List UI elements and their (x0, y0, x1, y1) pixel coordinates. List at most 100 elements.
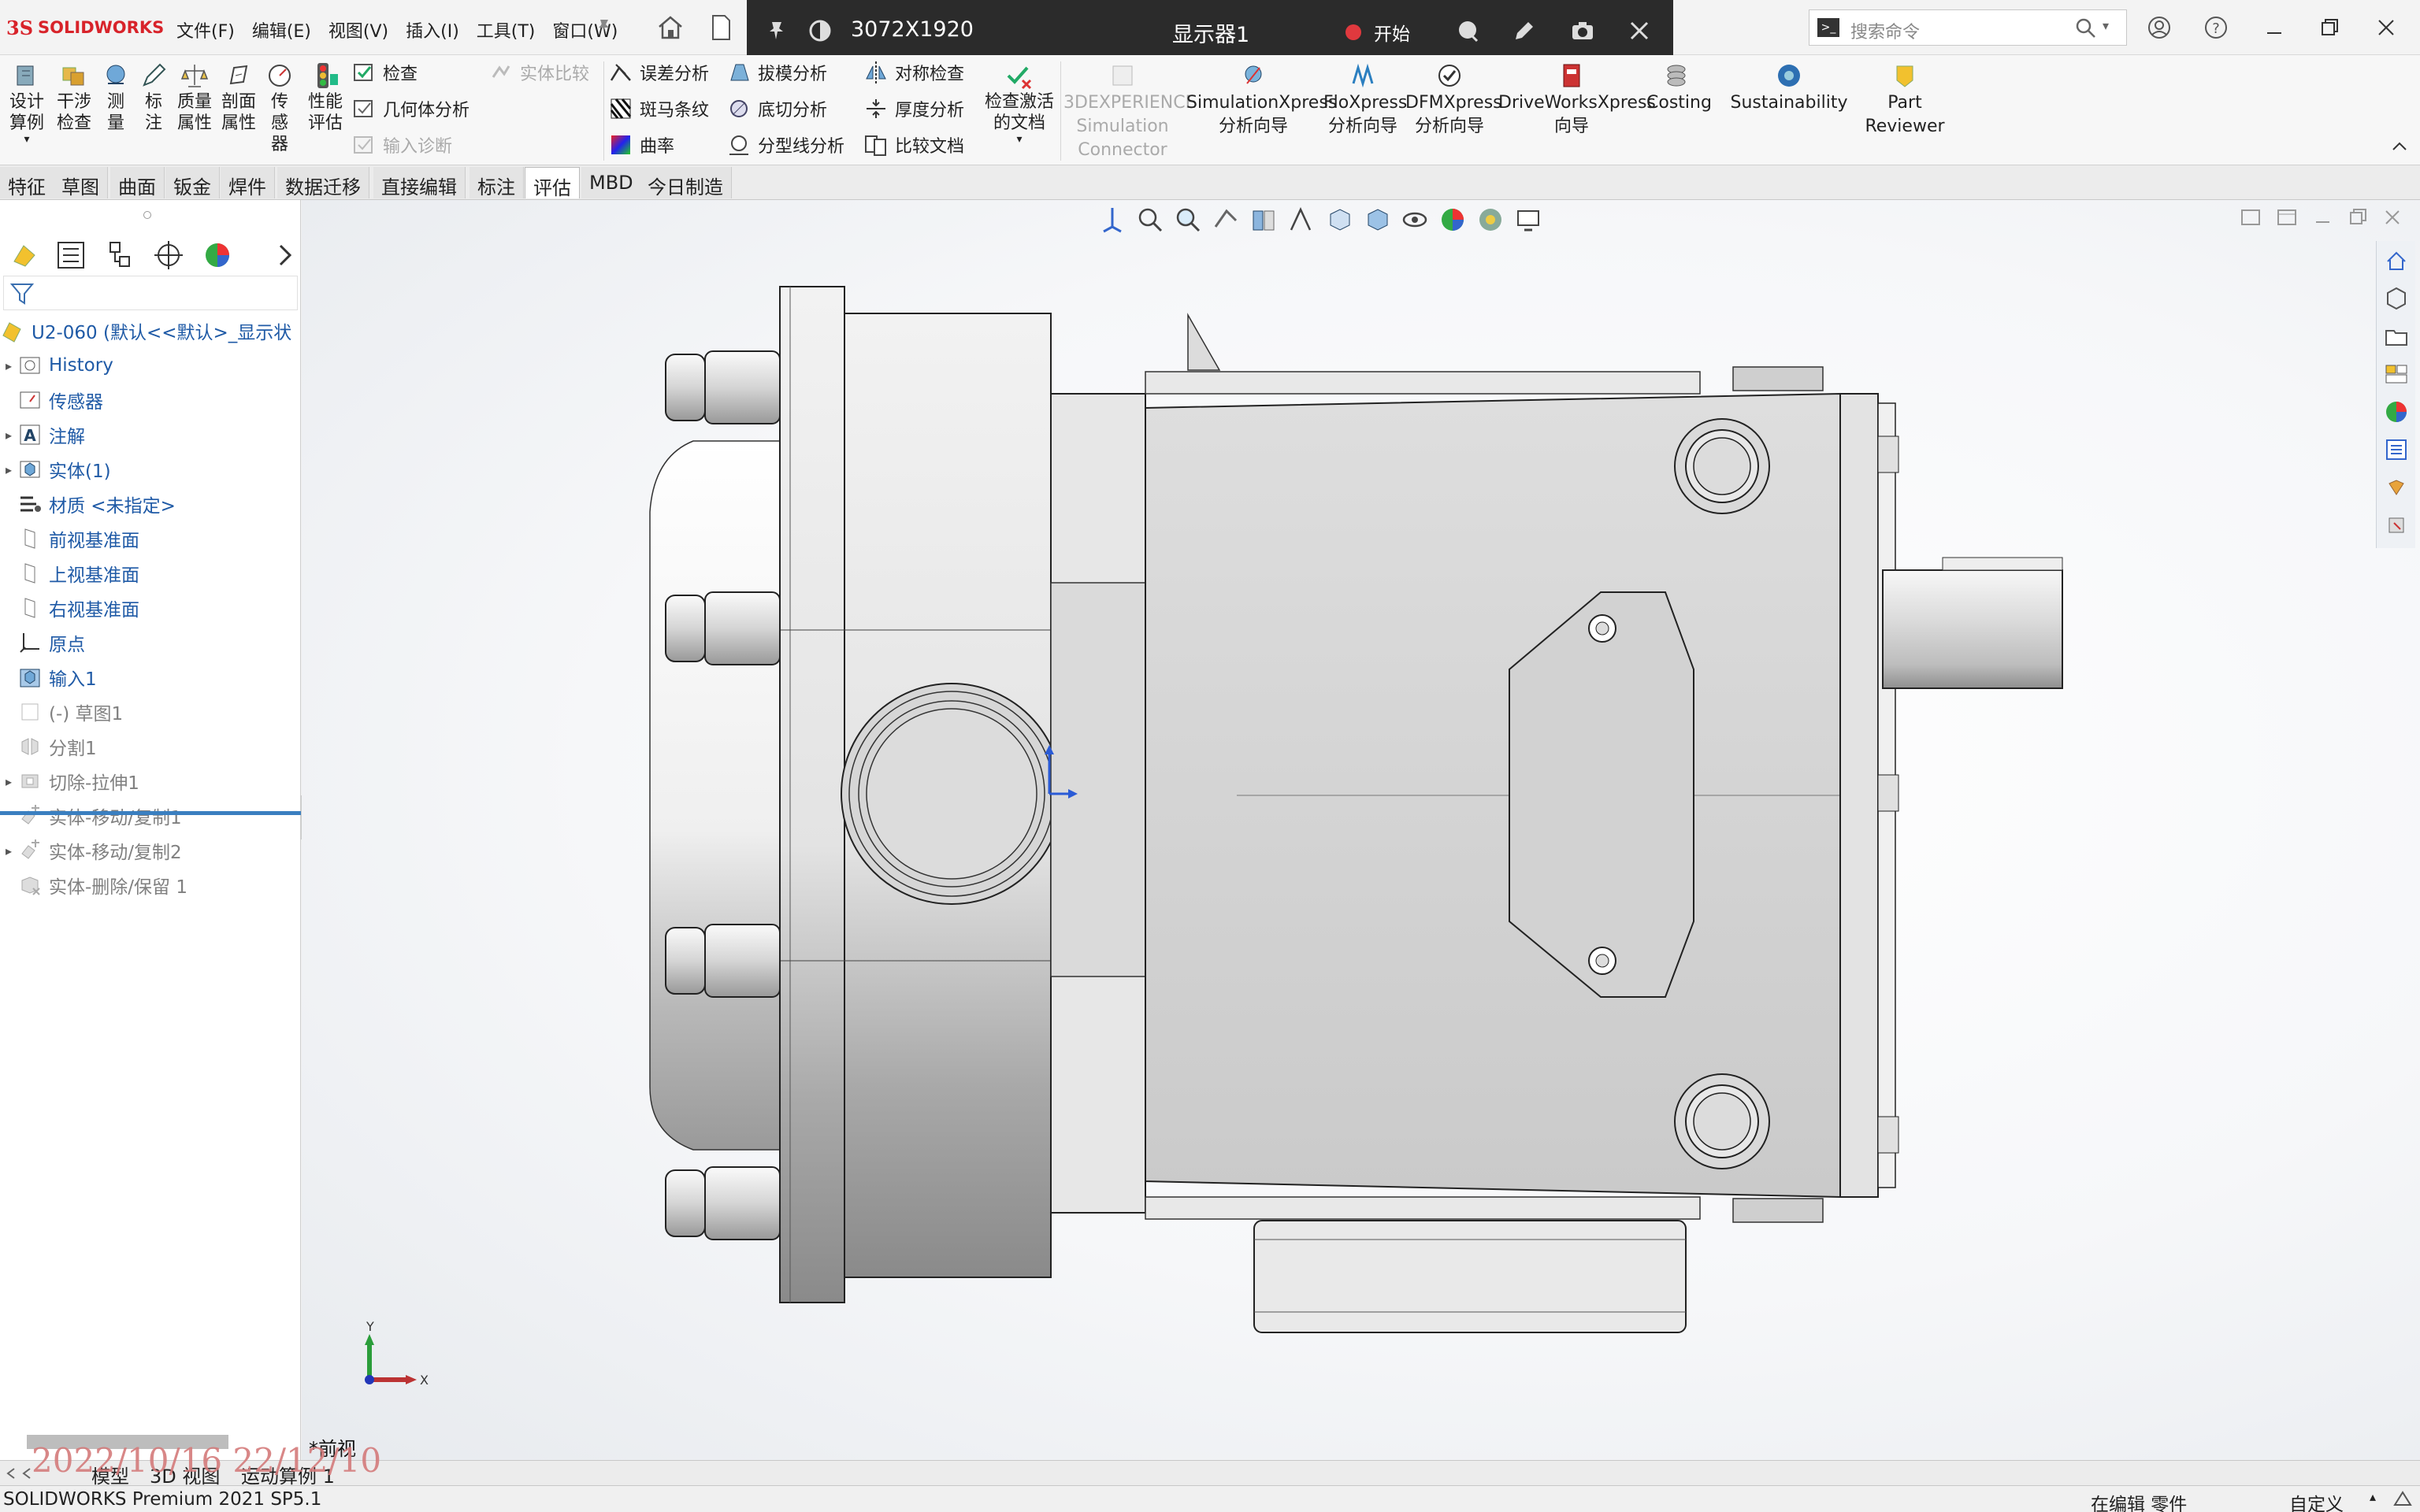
3dexperience-connector-button[interactable]: 3DEXPERIENCE Simulation Connector (1063, 55, 1196, 162)
tree-item-sketch1[interactable]: (-) 草图1 (0, 696, 123, 728)
dfmxpress-button[interactable]: DFMXpress 分析向导 (1405, 55, 1502, 139)
tree-filter-row[interactable] (3, 276, 298, 310)
body-compare-button[interactable]: 实体比较 (488, 58, 589, 87)
tab-mbd[interactable]: MBD (581, 167, 642, 198)
measure-button[interactable]: 测 量 (98, 55, 134, 134)
tree-item-front-plane[interactable]: 前视基准面 (0, 523, 139, 554)
tab-evaluate[interactable]: 评估 (525, 167, 580, 199)
parting-line-analysis-button[interactable]: 分型线分析 (726, 131, 844, 159)
tab-direct-editing[interactable]: 直接编辑 (373, 167, 466, 198)
pen-icon[interactable] (1511, 17, 1538, 44)
menu-view[interactable]: 视图(V) (325, 16, 392, 44)
chat-icon[interactable] (1454, 17, 1481, 44)
sustainability-button[interactable]: Sustainability (1730, 55, 1848, 115)
thickness-analysis-button[interactable]: 厚度分析 (863, 94, 964, 123)
graphics-area[interactable]: Y X (302, 200, 2420, 1460)
rebuild-status-icon[interactable] (2392, 1489, 2414, 1510)
expand-arrow-icon[interactable]: ▸ (0, 774, 17, 789)
tree-item-top-plane[interactable]: 上视基准面 (0, 558, 139, 589)
chevron-right-icon[interactable] (268, 238, 302, 272)
tree-item-move-copy2[interactable]: ▸ 实体-移动/复制2 (0, 835, 182, 866)
expand-arrow-icon[interactable]: ▸ (0, 462, 17, 477)
menu-insert[interactable]: 插入(I) (403, 16, 462, 44)
file-explorer-icon[interactable] (2383, 323, 2410, 350)
expand-arrow-icon[interactable]: ▸ (0, 843, 17, 858)
curvature-button[interactable]: 曲率 (608, 131, 674, 159)
zebra-stripes-button[interactable]: 斑马条纹 (608, 94, 709, 123)
add-in-icon[interactable] (2383, 512, 2410, 539)
tree-item-delete-keep1[interactable]: 实体-删除/保留 1 (0, 869, 187, 901)
check-button[interactable]: 检查 (351, 58, 418, 87)
tab-weldments[interactable]: 焊件 (221, 167, 275, 198)
geometry-analysis-button[interactable]: 几何体分析 (351, 94, 470, 123)
dropdown-arrow-icon[interactable]: ▾ (980, 134, 1059, 145)
tree-item-material[interactable]: 材质 <未指定> (0, 488, 176, 520)
mass-properties-button[interactable]: 质量 属性 (173, 55, 216, 134)
interference-check-button[interactable]: 干涉 检查 (52, 55, 96, 134)
tree-item-import1[interactable]: 输入1 (0, 662, 97, 693)
solidworks-resources-icon[interactable] (2383, 247, 2410, 274)
configuration-manager-tab-icon[interactable] (102, 238, 137, 272)
part-reviewer-button[interactable]: Part Reviewer (1864, 55, 1946, 139)
markup-button[interactable]: 标 注 (135, 55, 172, 134)
contrast-icon[interactable] (807, 17, 833, 44)
record-start-button[interactable]: 开始 (1374, 19, 1410, 46)
tree-item-move-copy1[interactable]: 实体-移动/复制1 (0, 800, 182, 832)
help-icon[interactable]: ? (2203, 14, 2229, 41)
status-custom-units[interactable]: 自定义 (2289, 1489, 2344, 1512)
menu-edit[interactable]: 编辑(E) (249, 16, 314, 44)
collapse-ribbon-icon[interactable] (2388, 137, 2411, 156)
tree-item-right-plane[interactable]: 右视基准面 (0, 592, 139, 624)
expand-arrow-icon[interactable]: ▸ (0, 358, 17, 373)
simulationxpress-button[interactable]: SimulationXpress 分析向导 (1186, 55, 1337, 139)
draft-analysis-button[interactable]: 拔模分析 (726, 58, 827, 87)
tab-manufacturing[interactable]: 今日制造 (640, 167, 732, 198)
floxpress-button[interactable]: FloXpress 分析向导 (1323, 55, 1407, 139)
menu-file[interactable]: 文件(F) (173, 16, 238, 44)
tab-scroll-arrows-icon[interactable] (3, 1466, 35, 1481)
tree-item-annotations[interactable]: ▸ A 注解 (0, 419, 85, 450)
design-study-button[interactable]: 设计 算例 ▾ (3, 55, 50, 145)
undercut-analysis-button[interactable]: 底切分析 (726, 94, 827, 123)
solidworks-logo[interactable]: 3S SOLIDWORKS (6, 14, 164, 41)
tree-item-split1[interactable]: 分割1 (0, 731, 97, 762)
window-close-icon[interactable] (2373, 14, 2400, 41)
dropdown-arrow-icon[interactable]: ▾ (3, 134, 50, 145)
tree-item-history[interactable]: ▸ History (0, 350, 113, 381)
view-palette-icon[interactable] (2383, 361, 2410, 387)
menu-tools[interactable]: 工具(T) (473, 16, 539, 44)
filter-icon[interactable] (9, 280, 35, 306)
tree-item-cut-extrude1[interactable]: ▸ 切除-拉伸1 (0, 765, 139, 797)
appearances-scenes-icon[interactable] (2383, 398, 2410, 425)
new-document-icon[interactable] (706, 13, 736, 43)
search-dropdown-icon[interactable]: ▾ (2103, 18, 2109, 33)
search-icon[interactable] (2074, 17, 2098, 40)
user-account-icon[interactable] (2146, 14, 2173, 41)
status-units-dropdown-icon[interactable]: ▴ (2370, 1489, 2376, 1504)
sensor-button[interactable]: 传 感 器 (262, 55, 298, 155)
restore-icon[interactable] (2316, 14, 2343, 41)
custom-properties-icon[interactable] (2383, 436, 2410, 463)
import-diagnostics-button[interactable]: 输入诊断 (351, 131, 452, 159)
tree-item-origin[interactable]: 原点 (0, 627, 85, 658)
tab-sketch[interactable]: 草图 (54, 167, 108, 198)
tab-sheet-metal[interactable]: 钣金 (165, 167, 220, 198)
tree-item-solid-bodies[interactable]: ▸ 实体(1) (0, 454, 111, 485)
tree-item-sensors[interactable]: 传感器 (0, 384, 103, 416)
home-icon[interactable] (655, 13, 685, 43)
close-icon[interactable] (1626, 17, 1653, 44)
tab-surfaces[interactable]: 曲面 (110, 167, 165, 198)
check-active-document-button[interactable]: 检查激活 的文档 ▾ (980, 55, 1059, 145)
record-dot-icon[interactable] (1345, 24, 1361, 40)
design-library-icon[interactable] (2383, 285, 2410, 312)
recorder-monitor[interactable]: 显示器1 (1172, 17, 1249, 48)
panel-grip-icon[interactable] (143, 211, 151, 219)
pump-part-model[interactable] (302, 200, 2420, 1460)
display-manager-tab-icon[interactable] (200, 238, 235, 272)
dimxpert-tab-icon[interactable] (151, 238, 186, 272)
feature-tree-tab-icon[interactable] (8, 238, 43, 272)
driveworksxpress-button[interactable]: DriveWorksXpress 向导 (1498, 55, 1656, 139)
compare-documents-button[interactable]: 比较文档 (863, 131, 964, 159)
forum-icon[interactable] (2383, 474, 2410, 501)
tab-features[interactable]: 特征 (0, 167, 54, 198)
